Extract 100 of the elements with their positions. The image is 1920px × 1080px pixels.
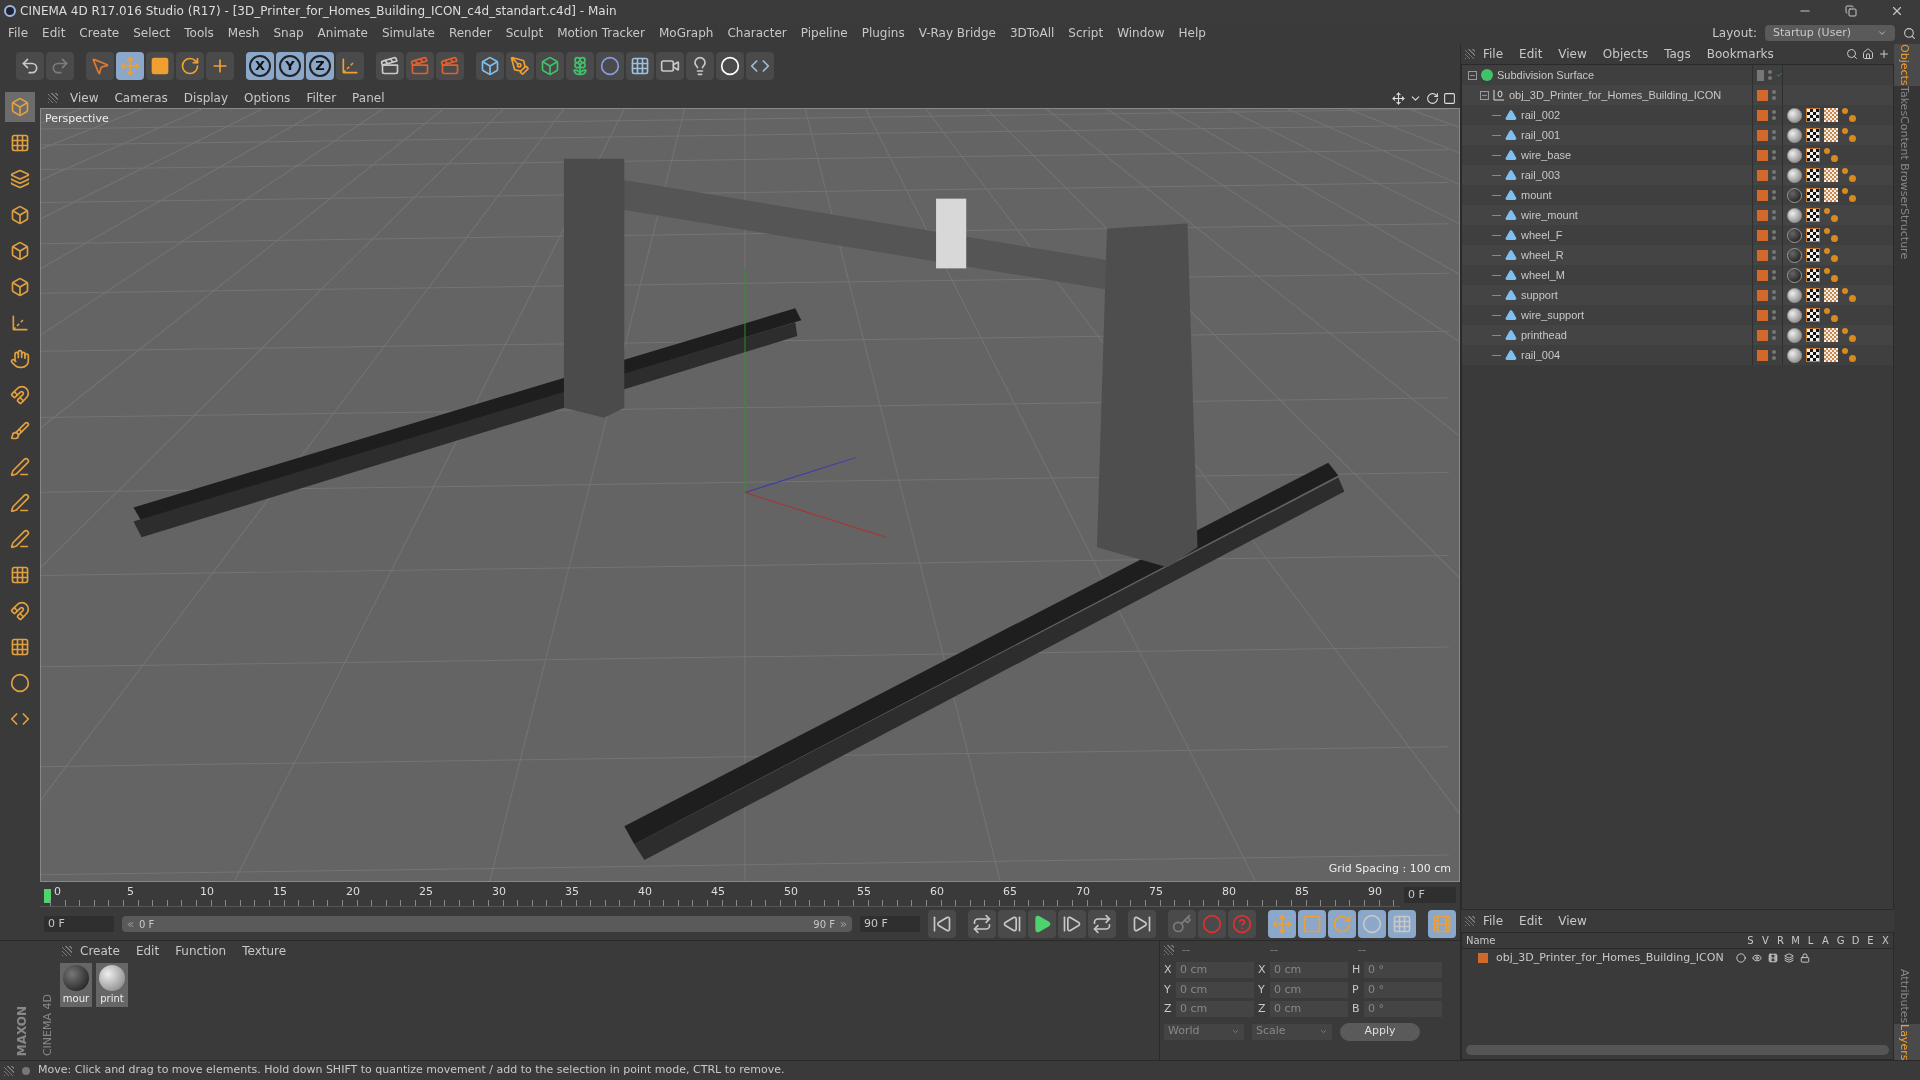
material-tag-icon[interactable] — [1787, 167, 1802, 183]
collapse-toggle-icon[interactable] — [1468, 70, 1477, 80]
material-tag-icon[interactable] — [1787, 147, 1802, 163]
start-frame-field[interactable]: 0 F — [44, 916, 114, 932]
menu-item[interactable]: View — [1558, 45, 1587, 63]
material-tag-icon[interactable] — [1787, 307, 1802, 323]
scale-tool-button[interactable] — [146, 52, 174, 80]
current-frame-field[interactable]: 0 F — [1404, 887, 1456, 903]
previous-key-button[interactable] — [968, 910, 996, 938]
render-picture-button[interactable] — [406, 52, 434, 80]
material-tag-icon[interactable] — [1787, 287, 1802, 303]
visibility-dots-icon[interactable] — [1772, 90, 1776, 100]
selection-tag-icon[interactable] — [1842, 288, 1856, 302]
side-tab[interactable]: Objects — [1894, 44, 1920, 86]
menu-item[interactable]: Edit — [1519, 912, 1543, 930]
menu-item[interactable]: Simulate — [381, 24, 435, 42]
checker-tag-icon[interactable] — [1806, 248, 1820, 262]
object-name[interactable]: wire_mount — [1521, 206, 1578, 224]
maximize-view-icon[interactable] — [1443, 91, 1456, 105]
checker-tag-icon[interactable] — [1806, 268, 1820, 282]
object-name[interactable]: wire_support — [1521, 306, 1584, 324]
visibility-dots-icon[interactable] — [1767, 70, 1772, 80]
search-icon[interactable] — [1903, 26, 1916, 40]
material-swatch[interactable]: mour — [60, 963, 92, 1007]
checker-tag-icon[interactable] — [1806, 228, 1820, 242]
object-name[interactable]: printhead — [1521, 326, 1567, 344]
next-key-button[interactable] — [1088, 910, 1116, 938]
render-settings-button[interactable] — [436, 52, 464, 80]
menu-item[interactable]: Sculpt — [505, 24, 544, 42]
enabled-check-icon[interactable] — [1775, 70, 1782, 80]
checker-tag-icon[interactable] — [1806, 328, 1820, 342]
manager-icon[interactable] — [1783, 953, 1794, 963]
menu-item[interactable]: Script — [1068, 24, 1104, 42]
horizontal-scrollbar[interactable] — [1466, 1045, 1889, 1055]
menu-item[interactable]: Pipeline — [800, 24, 848, 42]
selection-tag-icon[interactable] — [1842, 128, 1856, 142]
object-name[interactable]: rail_001 — [1521, 126, 1561, 144]
side-tab[interactable]: Content Browser — [1894, 115, 1920, 208]
visibility-dots-icon[interactable] — [1772, 250, 1776, 260]
menu-item[interactable]: Motion Tracker — [557, 24, 645, 42]
object-name[interactable]: support — [1521, 286, 1558, 304]
frame-range-slider[interactable]: 0 F 90 F — [122, 916, 852, 932]
floor-button[interactable] — [626, 52, 654, 80]
menu-item[interactable]: MoGraph — [658, 24, 714, 42]
checker-tag-icon[interactable] — [1806, 168, 1820, 182]
object-name[interactable]: wheel_F — [1521, 226, 1563, 244]
material-tag-icon[interactable] — [1787, 187, 1802, 203]
selection-tag-icon[interactable] — [1842, 108, 1856, 122]
menu-item[interactable]: Tools — [184, 24, 214, 42]
menu-item[interactable]: Window — [1117, 24, 1165, 42]
visibility-dots-icon[interactable] — [1772, 170, 1776, 180]
menu-item[interactable]: Help — [1178, 24, 1206, 42]
checker-tag-icon[interactable] — [1806, 128, 1820, 142]
visibility-dots-icon[interactable] — [1772, 330, 1776, 340]
menu-item[interactable]: Plugins — [861, 24, 905, 42]
material-tag-icon[interactable] — [1787, 207, 1802, 223]
redo-button[interactable] — [46, 52, 74, 80]
deformer-button[interactable] — [596, 52, 624, 80]
collapse-toggle-icon[interactable] — [1480, 90, 1489, 100]
mode-tool-button[interactable] — [5, 92, 35, 122]
keyframe-button[interactable] — [1168, 910, 1196, 938]
visible-icon[interactable] — [1751, 953, 1762, 963]
visibility-dots-icon[interactable] — [1772, 270, 1776, 280]
menu-item[interactable]: Create — [79, 24, 120, 42]
light-button[interactable] — [686, 52, 714, 80]
menu-item[interactable]: View — [1558, 912, 1587, 930]
end-frame-field[interactable]: 90 F — [860, 916, 920, 932]
rotate-tool-button[interactable] — [176, 52, 204, 80]
visibility-dots-icon[interactable] — [1772, 210, 1776, 220]
pen-button[interactable] — [506, 52, 534, 80]
material-tag-icon[interactable] — [1787, 327, 1802, 343]
cloner-button[interactable] — [566, 52, 594, 80]
menu-item[interactable]: Panel — [352, 89, 385, 107]
material-tag-icon[interactable] — [1787, 127, 1802, 143]
menu-item[interactable]: Filter — [306, 89, 337, 107]
menu-item[interactable]: Texture — [242, 942, 287, 960]
axis-lock-button[interactable]: X — [246, 52, 274, 80]
selection-tag-icon[interactable] — [1824, 248, 1838, 262]
render-view-button[interactable] — [376, 52, 404, 80]
menu-item[interactable]: File — [8, 24, 29, 42]
side-tab[interactable]: Takes — [1894, 85, 1920, 116]
object-name[interactable]: wheel_M — [1521, 266, 1566, 284]
menu-item[interactable]: Character — [727, 24, 787, 42]
visibility-dots-icon[interactable] — [1772, 290, 1776, 300]
checker-tag-icon[interactable] — [1806, 108, 1820, 122]
axis-lock-button[interactable]: Y — [276, 52, 304, 80]
home-icon[interactable] — [1862, 48, 1874, 60]
material-tag-icon[interactable] — [1787, 267, 1802, 283]
solo-icon[interactable] — [1735, 953, 1746, 963]
menu-item[interactable]: Display — [183, 89, 229, 107]
subdivision-button[interactable] — [536, 52, 564, 80]
checker-tag-icon[interactable] — [1806, 208, 1820, 222]
menu-item[interactable]: File — [1483, 912, 1504, 930]
selection-tag-icon[interactable] — [1842, 188, 1856, 202]
visibility-dots-icon[interactable] — [1772, 230, 1776, 240]
apply-button[interactable]: Apply — [1340, 1022, 1420, 1041]
menu-item[interactable]: File — [1483, 45, 1504, 63]
visibility-dots-icon[interactable] — [1772, 350, 1776, 360]
object-name[interactable]: wheel_R — [1521, 246, 1564, 264]
select-tool-button[interactable] — [86, 52, 114, 80]
